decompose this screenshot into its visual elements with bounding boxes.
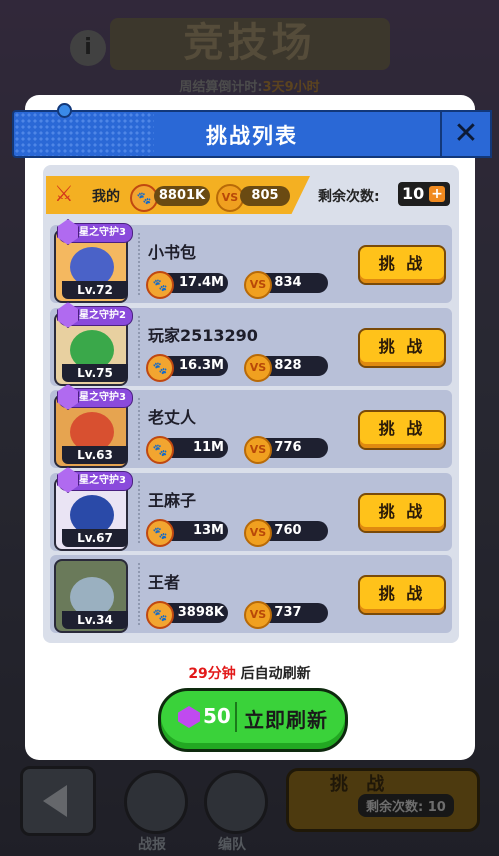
refresh-note-text: 后自动刷新 [235, 666, 311, 682]
remaining-count: 10 [402, 184, 425, 203]
opponent-level: Lv.34 [62, 611, 128, 629]
guard-label: 星之守护3 [79, 392, 126, 403]
auto-refresh-note: 29分钟 后自动刷新 [0, 663, 499, 683]
guard-label: 星之守护3 [79, 227, 126, 238]
refresh-now-label: 立即刷新 [244, 708, 328, 732]
opponent-avatar[interactable]: Lv.34 [54, 559, 128, 633]
row-divider [138, 316, 142, 378]
opponent-level: Lv.67 [62, 529, 128, 547]
challenge-opponent-button[interactable]: 挑 战 [358, 493, 446, 533]
challenge-opponent-button[interactable]: 挑 战 [358, 328, 446, 368]
opponent-row: Lv.34 王者 3898K 🐾 737 VS 挑 战 [50, 555, 452, 633]
paw-icon: 🐾 [146, 354, 174, 382]
opponent-name: 王麻子 [148, 491, 197, 510]
crossed-swords-icon: ⚔ [54, 182, 74, 207]
remaining-label: 剩余次数: [318, 189, 380, 205]
challenge-opponent-button[interactable]: 挑 战 [358, 575, 446, 615]
opponent-name: 王者 [148, 573, 181, 592]
paw-icon: 🐾 [146, 271, 174, 299]
dialog-title: 挑战列表 [206, 124, 298, 148]
guard-badge: 星之守护3 [57, 467, 133, 493]
refresh-cost: 50 [203, 704, 231, 728]
plus-icon[interactable]: + [429, 186, 445, 202]
opponent-row: Lv.75 星之守护2 玩家2513290 16.3M 🐾 828 VS 挑 战 [50, 302, 452, 386]
vs-coin-icon: VS [244, 601, 272, 629]
guard-label: 星之守护2 [79, 310, 126, 321]
opponent-level: Lv.63 [62, 446, 128, 464]
guard-badge: 星之守护3 [57, 219, 133, 245]
opponent-row: Lv.67 星之守护3 王麻子 13M 🐾 760 VS 挑 战 [50, 467, 452, 551]
my-score: 805 [240, 186, 290, 206]
paw-icon: 🐾 [146, 519, 174, 547]
opponent-level: Lv.72 [62, 281, 128, 299]
refresh-minutes: 29分钟 [188, 666, 236, 682]
my-label: 我的 [92, 189, 120, 205]
vs-coin-icon: VS [244, 354, 272, 382]
pin-decoration [57, 103, 72, 118]
my-power: 8801K [154, 186, 210, 206]
vs-coin-icon: VS [244, 519, 272, 547]
opponent-name: 小书包 [148, 243, 197, 262]
paw-icon: 🐾 [146, 436, 174, 464]
challenge-opponent-button[interactable]: 挑 战 [358, 245, 446, 285]
row-divider [138, 398, 142, 460]
opponent-level: Lv.75 [62, 364, 128, 382]
dialog-header: 挑战列表 ✕ [12, 110, 492, 158]
refresh-divider [235, 702, 237, 732]
guard-badge: 星之守护2 [57, 302, 133, 328]
challenge-opponent-button[interactable]: 挑 战 [358, 410, 446, 450]
close-icon[interactable]: ✕ [440, 110, 492, 158]
vs-coin-icon: VS [244, 271, 272, 299]
vs-coin-icon: VS [244, 436, 272, 464]
opponent-name: 老丈人 [148, 408, 197, 427]
guard-badge: 星之守护3 [57, 384, 133, 410]
row-divider [138, 481, 142, 543]
guard-label: 星之守护3 [79, 475, 126, 486]
row-divider [138, 563, 142, 625]
opponent-name: 玩家2513290 [148, 326, 258, 345]
paw-icon: 🐾 [146, 601, 174, 629]
opponent-row: Lv.72 星之守护3 小书包 17.4M 🐾 834 VS 挑 战 [50, 219, 452, 303]
row-divider [138, 233, 142, 295]
opponent-row: Lv.63 星之守护3 老丈人 11M 🐾 776 VS 挑 战 [50, 384, 452, 468]
